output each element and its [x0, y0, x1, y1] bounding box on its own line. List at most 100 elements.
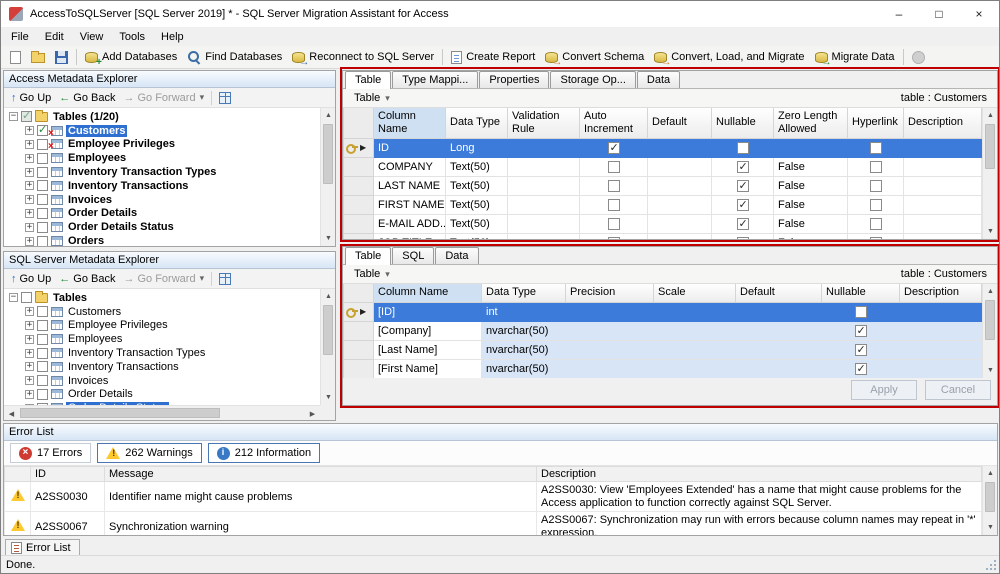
- expand-icon[interactable]: +: [25, 154, 34, 163]
- cell-column-name[interactable]: FIRST NAME: [374, 195, 446, 214]
- tree-item-inventory-transactions[interactable]: + Inventory Transactions: [4, 360, 320, 374]
- tree-item-orders[interactable]: + Orders: [4, 234, 320, 246]
- cell-scale[interactable]: [654, 302, 736, 321]
- go-back-button[interactable]: ←Go Back: [55, 272, 119, 286]
- menu-tools[interactable]: Tools: [111, 29, 153, 45]
- expand-icon[interactable]: +: [25, 376, 34, 385]
- cancel-button[interactable]: Cancel: [925, 380, 991, 400]
- cell-precision[interactable]: [566, 359, 654, 378]
- convert-schema-button[interactable]: Convert Schema: [540, 49, 649, 65]
- expand-icon[interactable]: +: [25, 390, 34, 399]
- cell-data-type[interactable]: nvarchar(50): [482, 321, 566, 340]
- tree-item-order-details[interactable]: + Order Details: [4, 207, 320, 221]
- cell-data-type[interactable]: Text(50): [446, 195, 508, 214]
- cell-precision[interactable]: [566, 321, 654, 340]
- checkbox[interactable]: [37, 194, 48, 205]
- go-back-button[interactable]: ←Go Back: [55, 91, 119, 105]
- auto-increment-checkbox[interactable]: [608, 142, 620, 154]
- tree-item-employees[interactable]: + Employees: [4, 151, 320, 165]
- cell-default[interactable]: [648, 157, 712, 176]
- scroll-down-icon[interactable]: ▼: [321, 231, 336, 246]
- checkbox[interactable]: [37, 306, 48, 317]
- tables-root-checkbox[interactable]: [21, 292, 32, 303]
- column-header[interactable]: Precision: [566, 284, 654, 302]
- reconnect-sql-button[interactable]: Reconnect to SQL Server: [287, 49, 439, 65]
- cell-precision[interactable]: [566, 340, 654, 359]
- tree-item-inventory-transaction-types[interactable]: + Inventory Transaction Types: [4, 346, 320, 360]
- cell-validation-rule[interactable]: [508, 195, 580, 214]
- create-report-button[interactable]: Create Report: [446, 49, 540, 66]
- sql-tree-hscrollbar[interactable]: ◀ ▶: [4, 405, 320, 420]
- checkbox[interactable]: [37, 389, 48, 400]
- checkbox[interactable]: [37, 334, 48, 345]
- tree-item-customers[interactable]: + Customers: [4, 305, 320, 319]
- tree-item-invoices[interactable]: + Invoices: [4, 193, 320, 207]
- column-header[interactable]: Column Name: [374, 108, 446, 138]
- tree-item-employee-privileges[interactable]: + Employee Privileges: [4, 319, 320, 333]
- scrollbar-thumb[interactable]: [20, 408, 220, 418]
- expand-icon[interactable]: +: [25, 181, 34, 190]
- scroll-down-icon[interactable]: ▼: [983, 224, 998, 239]
- tree-item-invoices[interactable]: + Invoices: [4, 374, 320, 388]
- grid-row-id[interactable]: ▶ [ID] int: [344, 302, 982, 321]
- cell-validation-rule[interactable]: [508, 214, 580, 233]
- cell-default[interactable]: [736, 340, 822, 359]
- scrollbar-thumb[interactable]: [985, 124, 995, 169]
- cell-description[interactable]: [904, 195, 982, 214]
- hyperlink-checkbox[interactable]: [870, 161, 882, 173]
- cell-default[interactable]: [648, 195, 712, 214]
- column-header[interactable]: Hyperlink: [848, 108, 904, 138]
- nullable-checkbox[interactable]: [855, 344, 867, 356]
- expand-icon[interactable]: +: [25, 223, 34, 232]
- cell-column-name[interactable]: [Company]: [374, 321, 482, 340]
- cell-default[interactable]: [648, 233, 712, 239]
- column-header[interactable]: Data Type: [446, 108, 508, 138]
- cell-description[interactable]: [900, 340, 982, 359]
- cell-data-type[interactable]: Long: [446, 138, 508, 157]
- cell-default[interactable]: [736, 359, 822, 378]
- nullable-checkbox[interactable]: [737, 199, 749, 211]
- cell-validation-rule[interactable]: [508, 157, 580, 176]
- access-tree-scrollbar[interactable]: ▲ ▼: [320, 108, 335, 246]
- checkbox[interactable]: [37, 236, 48, 246]
- tab-properties[interactable]: Properties: [479, 71, 549, 88]
- column-header[interactable]: ID: [31, 467, 105, 482]
- checkbox[interactable]: [37, 320, 48, 331]
- cell-zero-length[interactable]: [774, 138, 848, 157]
- menu-file[interactable]: File: [3, 29, 37, 45]
- cell-column-name[interactable]: LAST NAME: [374, 176, 446, 195]
- table-dropdown-button[interactable]: Table▾: [349, 267, 395, 281]
- cell-column-name[interactable]: [ID]: [374, 302, 482, 321]
- column-header[interactable]: Description: [900, 284, 982, 302]
- nullable-checkbox[interactable]: [737, 218, 749, 230]
- checkbox[interactable]: [37, 180, 48, 191]
- access-grid-scrollbar[interactable]: ▲ ▼: [982, 108, 997, 239]
- column-header[interactable]: Nullable: [822, 284, 900, 302]
- scrollbar-thumb[interactable]: [323, 124, 333, 184]
- auto-increment-checkbox[interactable]: [608, 161, 620, 173]
- tree-item-employee-privileges[interactable]: + Employee Privileges: [4, 138, 320, 152]
- cell-description[interactable]: [904, 233, 982, 239]
- column-header[interactable]: Default: [648, 108, 712, 138]
- expand-icon[interactable]: +: [25, 126, 34, 135]
- cell-default[interactable]: [648, 214, 712, 233]
- tree-item-inventory-transaction-types[interactable]: + Inventory Transaction Types: [4, 165, 320, 179]
- grid-row-last-name[interactable]: [Last Name] nvarchar(50): [344, 340, 982, 359]
- column-header[interactable]: [5, 467, 31, 482]
- cell-description[interactable]: [904, 176, 982, 195]
- tree-item-order-details[interactable]: + Order Details: [4, 388, 320, 402]
- hyperlink-checkbox[interactable]: [870, 237, 882, 239]
- minimize-button[interactable]: –: [879, 1, 919, 27]
- checkbox[interactable]: [37, 125, 48, 136]
- cell-description[interactable]: [904, 214, 982, 233]
- tab-table[interactable]: Table: [345, 71, 391, 89]
- scroll-down-icon[interactable]: ▼: [983, 363, 998, 378]
- sql-tree-scrollbar[interactable]: ▲ ▼: [320, 289, 335, 405]
- cell-column-name[interactable]: E-MAIL ADD...: [374, 214, 446, 233]
- error-row[interactable]: A2SS0030 Identifier name might cause pro…: [5, 482, 982, 512]
- column-header[interactable]: Auto Increment: [580, 108, 648, 138]
- checkbox[interactable]: [37, 153, 48, 164]
- checkbox[interactable]: [37, 348, 48, 359]
- cell-description[interactable]: [900, 359, 982, 378]
- hyperlink-checkbox[interactable]: [870, 180, 882, 192]
